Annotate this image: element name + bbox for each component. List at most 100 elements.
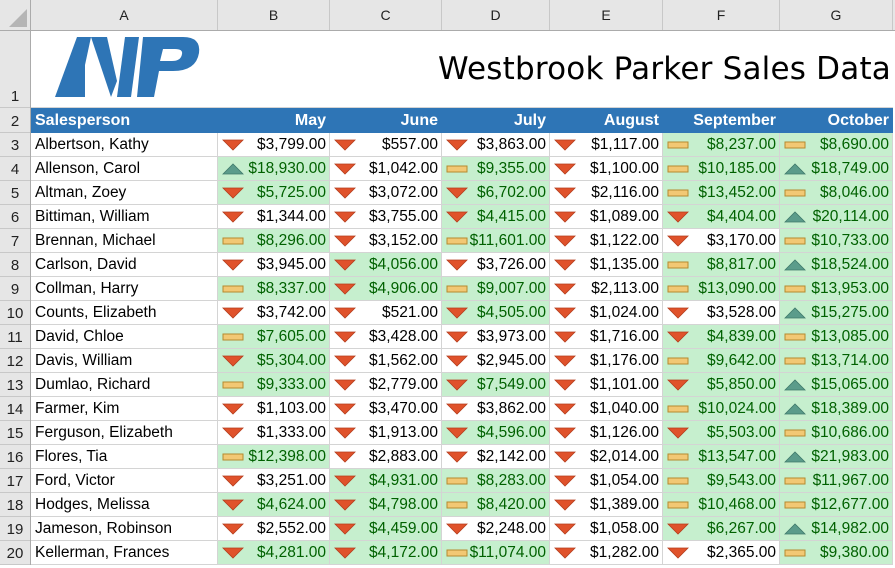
sales-cell-may[interactable]: $8,296.00: [218, 229, 330, 253]
sales-cell-august[interactable]: $1,040.00: [550, 397, 663, 421]
sales-cell-may[interactable]: $9,333.00: [218, 373, 330, 397]
sales-cell-july[interactable]: $9,355.00: [442, 157, 550, 181]
sales-cell-june[interactable]: $3,428.00: [330, 325, 442, 349]
sales-cell-may[interactable]: $4,281.00: [218, 541, 330, 565]
sales-cell-august[interactable]: $1,054.00: [550, 469, 663, 493]
sales-cell-august[interactable]: $1,282.00: [550, 541, 663, 565]
sales-cell-september[interactable]: $13,090.00: [663, 277, 780, 301]
sales-cell-june[interactable]: $2,779.00: [330, 373, 442, 397]
sales-cell-september[interactable]: $5,503.00: [663, 421, 780, 445]
sales-cell-july[interactable]: $2,142.00: [442, 445, 550, 469]
row-header-2[interactable]: 2: [0, 108, 30, 133]
sales-cell-august[interactable]: $1,176.00: [550, 349, 663, 373]
sales-cell-july[interactable]: $4,415.00: [442, 205, 550, 229]
sales-cell-october[interactable]: $9,380.00: [780, 541, 893, 565]
salesperson-cell[interactable]: Ferguson, Elizabeth: [31, 421, 218, 445]
sales-cell-july[interactable]: $11,074.00: [442, 541, 550, 565]
column-header-g[interactable]: G: [780, 0, 893, 30]
sales-cell-october[interactable]: $14,982.00: [780, 517, 893, 541]
row-header-14[interactable]: 14: [0, 397, 30, 421]
sales-cell-may[interactable]: $7,605.00: [218, 325, 330, 349]
sales-cell-july[interactable]: $8,420.00: [442, 493, 550, 517]
row-header-5[interactable]: 5: [0, 181, 30, 205]
sales-cell-june[interactable]: $3,072.00: [330, 181, 442, 205]
salesperson-cell[interactable]: Altman, Zoey: [31, 181, 218, 205]
salesperson-cell[interactable]: Albertson, Kathy: [31, 133, 218, 157]
sales-cell-august[interactable]: $2,014.00: [550, 445, 663, 469]
header-august[interactable]: August: [550, 108, 663, 133]
sales-cell-october[interactable]: $20,114.00: [780, 205, 893, 229]
sales-cell-october[interactable]: $15,275.00: [780, 301, 893, 325]
row-header-16[interactable]: 16: [0, 445, 30, 469]
sales-cell-october[interactable]: $18,389.00: [780, 397, 893, 421]
sales-cell-july[interactable]: $2,945.00: [442, 349, 550, 373]
sales-cell-june[interactable]: $1,562.00: [330, 349, 442, 373]
row-header-9[interactable]: 9: [0, 277, 30, 301]
row-header-19[interactable]: 19: [0, 517, 30, 541]
sales-cell-september[interactable]: $5,850.00: [663, 373, 780, 397]
column-header-e[interactable]: E: [550, 0, 663, 30]
sales-cell-september[interactable]: $2,365.00: [663, 541, 780, 565]
sales-cell-june[interactable]: $4,172.00: [330, 541, 442, 565]
sales-cell-october[interactable]: $10,686.00: [780, 421, 893, 445]
sales-cell-august[interactable]: $1,089.00: [550, 205, 663, 229]
salesperson-cell[interactable]: Davis, William: [31, 349, 218, 373]
sales-cell-october[interactable]: $10,733.00: [780, 229, 893, 253]
sales-cell-september[interactable]: $9,543.00: [663, 469, 780, 493]
header-september[interactable]: September: [663, 108, 780, 133]
row-header-15[interactable]: 15: [0, 421, 30, 445]
sales-cell-september[interactable]: $13,547.00: [663, 445, 780, 469]
sales-cell-august[interactable]: $2,113.00: [550, 277, 663, 301]
header-salesperson[interactable]: Salesperson: [31, 108, 218, 133]
sales-cell-september[interactable]: $10,468.00: [663, 493, 780, 517]
header-october[interactable]: October: [780, 108, 893, 133]
sales-cell-october[interactable]: $11,967.00: [780, 469, 893, 493]
row-header-6[interactable]: 6: [0, 205, 30, 229]
sales-cell-august[interactable]: $1,126.00: [550, 421, 663, 445]
row-header-13[interactable]: 13: [0, 373, 30, 397]
sales-cell-may[interactable]: $18,930.00: [218, 157, 330, 181]
sales-cell-july[interactable]: $8,283.00: [442, 469, 550, 493]
sales-cell-august[interactable]: $1,389.00: [550, 493, 663, 517]
sales-cell-june[interactable]: $4,906.00: [330, 277, 442, 301]
sales-cell-october[interactable]: $15,065.00: [780, 373, 893, 397]
sales-cell-july[interactable]: $11,601.00: [442, 229, 550, 253]
sales-cell-september[interactable]: $13,452.00: [663, 181, 780, 205]
sales-cell-october[interactable]: $13,953.00: [780, 277, 893, 301]
sales-cell-july[interactable]: $3,862.00: [442, 397, 550, 421]
select-all-button[interactable]: [0, 0, 31, 30]
sales-cell-october[interactable]: $13,085.00: [780, 325, 893, 349]
sales-cell-june[interactable]: $557.00: [330, 133, 442, 157]
sales-cell-september[interactable]: $3,170.00: [663, 229, 780, 253]
salesperson-cell[interactable]: Hodges, Melissa: [31, 493, 218, 517]
sales-cell-may[interactable]: $1,333.00: [218, 421, 330, 445]
salesperson-cell[interactable]: Carlson, David: [31, 253, 218, 277]
sales-cell-september[interactable]: $4,839.00: [663, 325, 780, 349]
sales-cell-may[interactable]: $3,799.00: [218, 133, 330, 157]
sales-cell-august[interactable]: $1,117.00: [550, 133, 663, 157]
sales-cell-may[interactable]: $2,552.00: [218, 517, 330, 541]
sales-cell-may[interactable]: $3,945.00: [218, 253, 330, 277]
sales-cell-july[interactable]: $3,726.00: [442, 253, 550, 277]
salesperson-cell[interactable]: Brennan, Michael: [31, 229, 218, 253]
sales-cell-june[interactable]: $521.00: [330, 301, 442, 325]
sales-cell-june[interactable]: $2,883.00: [330, 445, 442, 469]
sales-cell-july[interactable]: $4,505.00: [442, 301, 550, 325]
row-header-4[interactable]: 4: [0, 157, 30, 181]
salesperson-cell[interactable]: Counts, Elizabeth: [31, 301, 218, 325]
row-header-20[interactable]: 20: [0, 541, 30, 565]
sales-cell-october[interactable]: $8,690.00: [780, 133, 893, 157]
salesperson-cell[interactable]: Kellerman, Frances: [31, 541, 218, 565]
sales-cell-october[interactable]: $8,046.00: [780, 181, 893, 205]
header-may[interactable]: May: [218, 108, 330, 133]
sales-cell-october[interactable]: $18,524.00: [780, 253, 893, 277]
column-header-c[interactable]: C: [330, 0, 442, 30]
column-header-f[interactable]: F: [663, 0, 780, 30]
sales-cell-june[interactable]: $1,913.00: [330, 421, 442, 445]
sales-cell-october[interactable]: $18,749.00: [780, 157, 893, 181]
sales-cell-july[interactable]: $9,007.00: [442, 277, 550, 301]
sales-cell-may[interactable]: $12,398.00: [218, 445, 330, 469]
sales-cell-june[interactable]: $3,152.00: [330, 229, 442, 253]
salesperson-cell[interactable]: Allenson, Carol: [31, 157, 218, 181]
row-header-17[interactable]: 17: [0, 469, 30, 493]
